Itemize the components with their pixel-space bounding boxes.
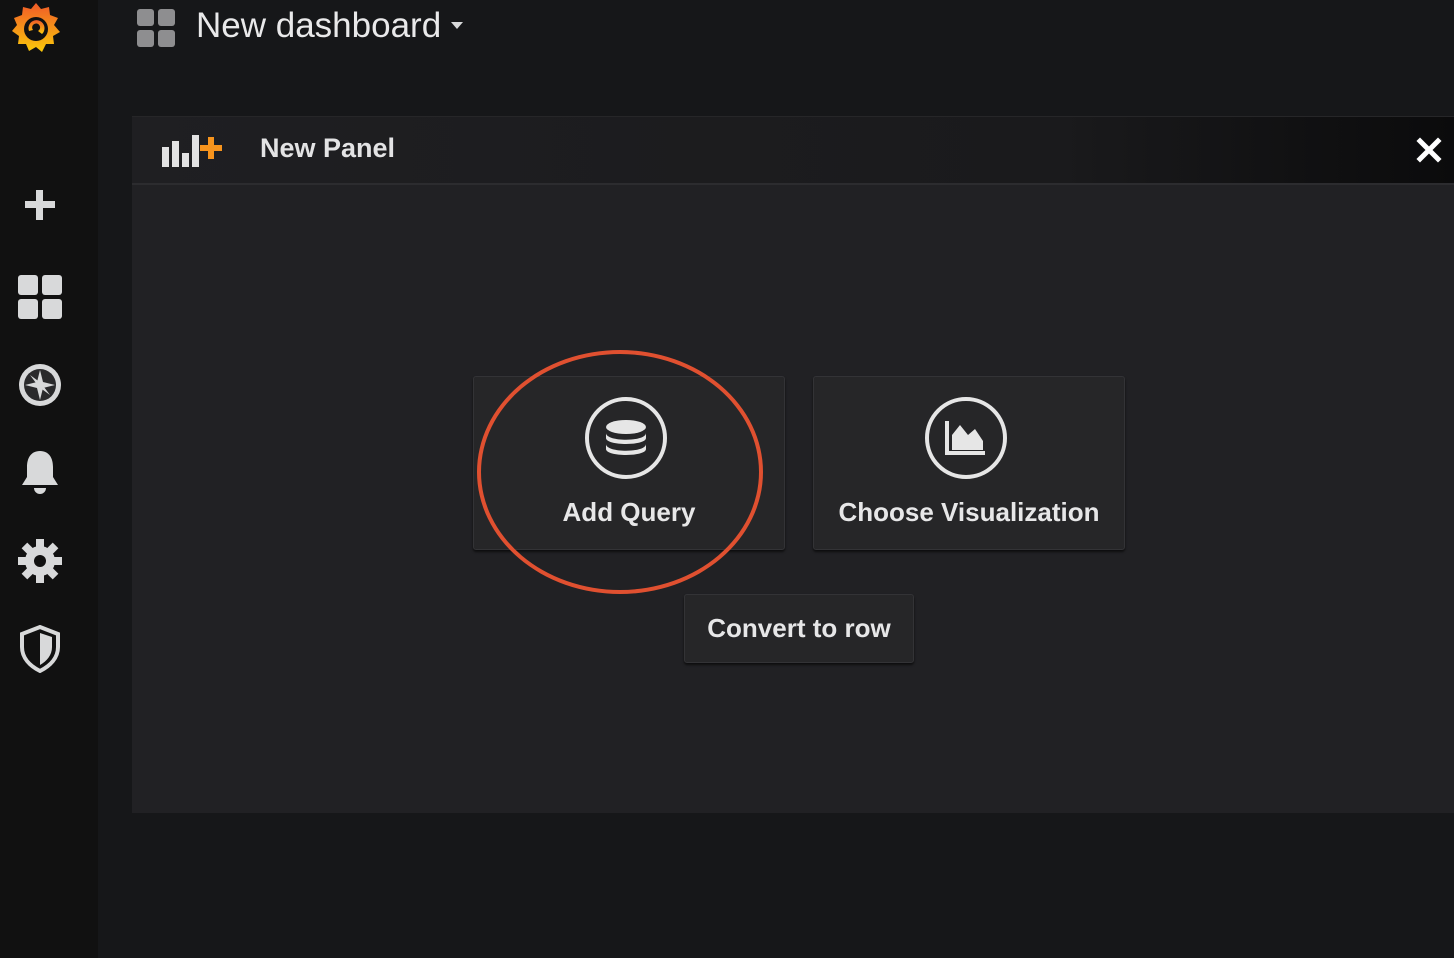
dashboard-title-picker[interactable]: New dashboard bbox=[196, 6, 464, 46]
plus-icon[interactable] bbox=[14, 179, 66, 231]
close-icon[interactable] bbox=[1416, 137, 1442, 163]
panel-header: New Panel bbox=[132, 117, 1454, 185]
grafana-logo-icon[interactable] bbox=[2, 0, 66, 60]
database-icon bbox=[585, 397, 667, 479]
server-admin-shield-icon[interactable] bbox=[14, 623, 66, 675]
sidebar bbox=[0, 0, 98, 958]
dashboards-icon[interactable] bbox=[14, 271, 66, 323]
choose-visualization-label: Choose Visualization bbox=[838, 497, 1100, 527]
convert-to-row-button[interactable]: Convert to row bbox=[684, 594, 914, 663]
alerting-bell-icon[interactable] bbox=[14, 446, 66, 498]
add-panel-icon bbox=[160, 131, 230, 169]
caret-down-icon bbox=[451, 22, 464, 30]
configuration-gear-icon[interactable] bbox=[14, 535, 66, 587]
add-query-label: Add Query bbox=[562, 497, 696, 527]
add-query-button[interactable]: Add Query bbox=[473, 376, 785, 550]
choose-visualization-button[interactable]: Choose Visualization bbox=[813, 376, 1125, 550]
area-chart-icon bbox=[925, 397, 1007, 479]
explore-compass-icon[interactable] bbox=[14, 359, 66, 411]
topbar: New dashboard bbox=[98, 0, 1454, 60]
dashboard-grid-icon bbox=[136, 8, 176, 48]
panel-title: New Panel bbox=[260, 133, 396, 163]
new-panel: New Panel Add Query Choose Visualization bbox=[132, 116, 1454, 813]
dashboard-title: New dashboard bbox=[196, 6, 442, 45]
